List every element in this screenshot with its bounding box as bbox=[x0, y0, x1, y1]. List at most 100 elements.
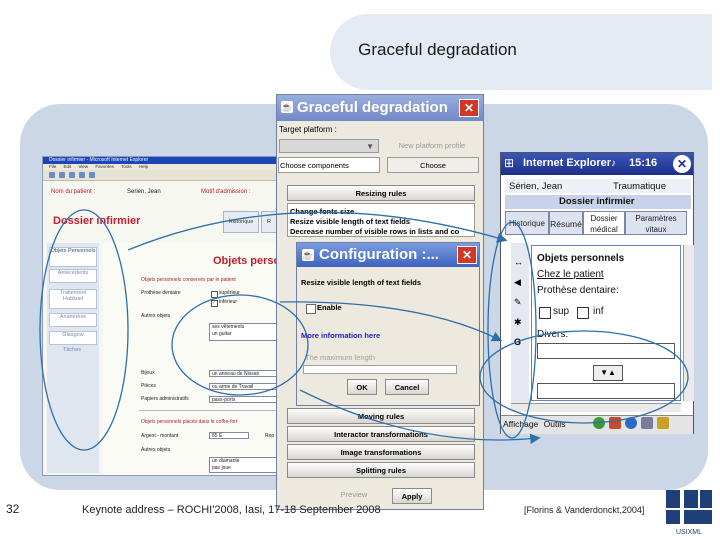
motif-label: Motif d'admission : bbox=[201, 189, 251, 195]
refresh-icon[interactable] bbox=[79, 172, 85, 178]
autres2-label: Autres objets bbox=[141, 447, 171, 453]
sup-label: sup bbox=[553, 306, 570, 317]
separator bbox=[139, 410, 279, 411]
nav-glasgow[interactable]: Glasgow bbox=[49, 331, 97, 345]
forward-icon[interactable] bbox=[59, 172, 65, 178]
argent-field[interactable]: 85 E bbox=[209, 432, 249, 439]
close-icon[interactable]: ✕ bbox=[673, 155, 691, 173]
close-icon[interactable]: ✕ bbox=[459, 99, 479, 117]
tab-historique[interactable]: Historique bbox=[505, 211, 549, 235]
nom-label: Nom du patient : bbox=[51, 189, 96, 195]
nav-traitement[interactable]: Traitement Habituel bbox=[49, 289, 97, 309]
ok-button[interactable]: OK bbox=[347, 379, 377, 395]
option-resize-text[interactable]: Resize visible length of text fields bbox=[290, 217, 410, 226]
apply-button[interactable]: Apply bbox=[392, 488, 432, 504]
sup-checkbox[interactable] bbox=[539, 307, 551, 319]
inferieur-checkbox[interactable]: ✓ bbox=[211, 300, 218, 307]
resizing-rules-button[interactable]: Resizing rules bbox=[287, 185, 475, 201]
pieces-field[interactable]: ou arme de Travail bbox=[209, 383, 277, 390]
inf-checkbox[interactable] bbox=[577, 307, 589, 319]
superieur-checkbox[interactable] bbox=[211, 291, 218, 298]
nav-taches[interactable]: Tâches bbox=[49, 347, 95, 359]
tab-parametres-vitaux[interactable]: Paramètres vitaux bbox=[625, 211, 687, 235]
ppc-time: 15:16 bbox=[629, 157, 658, 169]
list-field[interactable] bbox=[537, 383, 675, 399]
choose-components-label: Choose components bbox=[278, 157, 380, 173]
autres-label: Autres objets bbox=[141, 313, 171, 319]
autres2-field[interactable]: un diamante pas joue bbox=[209, 457, 277, 473]
home-icon[interactable] bbox=[89, 172, 95, 178]
ppc-prothese: Prothèse dentaire: bbox=[537, 285, 619, 296]
ppc-motif: Traumatique bbox=[613, 181, 666, 192]
nav-antecedents[interactable]: Antécédents bbox=[49, 269, 97, 283]
ie-page-title: Dossier infirmier bbox=[53, 215, 141, 227]
ppc-patient: Sérien, Jean bbox=[509, 181, 563, 192]
image-transformations-button[interactable]: Image transformations bbox=[287, 444, 475, 460]
preview-button[interactable]: Preview bbox=[334, 490, 374, 502]
pieces-label: Pièces bbox=[141, 383, 157, 389]
superieur-label: supérieur bbox=[219, 290, 240, 296]
bijoux-label: Bijoux bbox=[141, 370, 155, 376]
ppc-divers: Divers: bbox=[537, 329, 569, 340]
close-icon[interactable]: ✕ bbox=[457, 246, 477, 264]
usixml-logo: USIXML bbox=[666, 490, 712, 536]
ppc-chez-link[interactable]: Chez le patient bbox=[537, 269, 604, 280]
refresh-icon[interactable] bbox=[625, 417, 637, 429]
autres-value-1: ses vêtements bbox=[212, 324, 245, 330]
stop-icon[interactable] bbox=[69, 172, 75, 178]
volume-icon[interactable]: ♪ bbox=[611, 158, 616, 169]
g-icon[interactable]: G bbox=[514, 337, 521, 347]
option-decrease-rows[interactable]: Decrease number of visible rows in lists… bbox=[290, 227, 474, 236]
max-length-slider[interactable] bbox=[303, 365, 457, 374]
tab-resume[interactable]: Résumé bbox=[549, 211, 583, 235]
max-length-label: The maximum length bbox=[305, 353, 376, 362]
tab-historique[interactable]: Historique bbox=[223, 211, 259, 233]
rep-label: Rep bbox=[265, 433, 275, 439]
subsection-coffre: Objets personnels placés dans le coffre-… bbox=[141, 419, 238, 425]
inferieur-label: inférieur bbox=[219, 299, 238, 305]
papiers-field[interactable]: pass-ports bbox=[209, 396, 277, 403]
cancel-button[interactable]: Cancel bbox=[385, 379, 429, 395]
ppc-hscrollbar[interactable] bbox=[511, 403, 681, 412]
list-scroll-buttons[interactable]: ▼▲ bbox=[593, 365, 623, 381]
ppc-scrollbar[interactable] bbox=[683, 245, 694, 401]
ie-title: Dossier infirmier - Microsoft Internet E… bbox=[49, 157, 149, 163]
tab-resume[interactable]: R bbox=[261, 211, 277, 233]
ppc-bottom-menu[interactable]: Affichage Outils bbox=[503, 419, 565, 429]
favorites-icon[interactable] bbox=[641, 417, 653, 429]
back-icon[interactable] bbox=[49, 172, 55, 178]
target-platform-select[interactable]: ▼ bbox=[279, 139, 379, 153]
settings-icon[interactable]: ✱ bbox=[514, 317, 522, 328]
divers-field[interactable] bbox=[537, 343, 675, 359]
tool-icon[interactable]: ✎ bbox=[514, 297, 522, 308]
more-info-link[interactable]: More information here bbox=[301, 331, 380, 340]
ie-section-title: Objets perso bbox=[213, 255, 281, 267]
globe-icon[interactable] bbox=[593, 417, 605, 429]
bijoux-field[interactable]: un anneau de Nissan bbox=[209, 370, 277, 377]
nav-anamnese[interactable]: Anamnèse bbox=[49, 313, 97, 327]
papiers-label: Papiers administratifs bbox=[141, 396, 189, 402]
slide-number: 32 bbox=[6, 502, 20, 516]
nav-objets-personnels[interactable]: Objets Personnels bbox=[49, 247, 97, 267]
autres-field[interactable]: ses vêtements un guitar bbox=[209, 323, 277, 341]
moving-rules-button[interactable]: Moving rules bbox=[287, 408, 475, 424]
autres-value-2: un guitar bbox=[212, 331, 232, 337]
option-change-fonts[interactable]: Change fonts size bbox=[290, 207, 354, 216]
home-icon[interactable] bbox=[609, 417, 621, 429]
argent-label: Argent - montant bbox=[141, 433, 179, 439]
enable-label: Enable bbox=[317, 303, 342, 312]
configuration-dialog: ☕ Configuration :... ✕ Resize visible le… bbox=[296, 242, 480, 406]
splitting-rules-button[interactable]: Splitting rules bbox=[287, 462, 475, 478]
slide-title: Graceful degradation bbox=[358, 40, 517, 59]
tab-dossier-medical[interactable]: Dossier médical bbox=[583, 211, 625, 235]
windows-start-icon[interactable]: ⊞ bbox=[504, 156, 518, 170]
choose-button[interactable]: Choose bbox=[387, 157, 479, 173]
java-icon: ☕ bbox=[302, 249, 314, 261]
arrow-icon[interactable]: ↔ bbox=[514, 257, 523, 267]
keyboard-icon[interactable] bbox=[657, 417, 669, 429]
back-icon[interactable]: ◀ bbox=[514, 277, 521, 288]
interactor-transformations-button[interactable]: Interactor transformations bbox=[287, 426, 475, 442]
enable-checkbox[interactable] bbox=[306, 304, 316, 314]
cfg-title: Configuration :... bbox=[319, 246, 439, 263]
new-platform-button[interactable]: New platform profile bbox=[387, 139, 477, 153]
